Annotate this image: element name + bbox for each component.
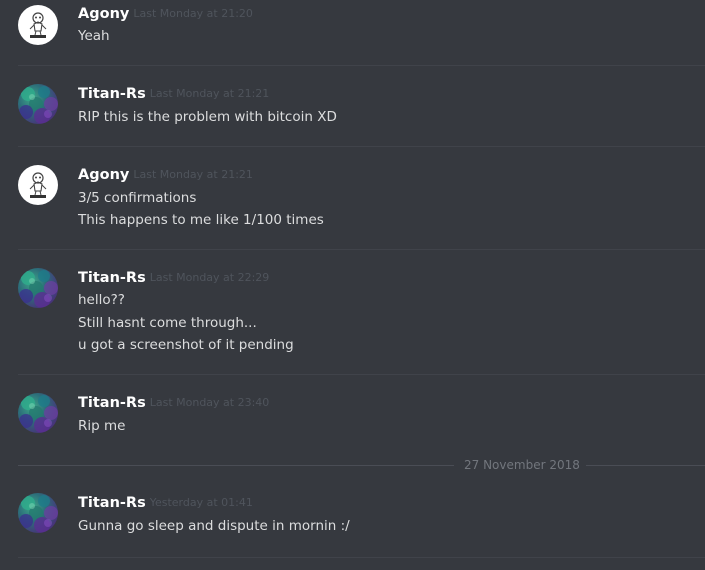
message-divider: [18, 374, 705, 375]
timestamp: Last Monday at 22:29: [149, 271, 270, 284]
message-divider: [18, 557, 705, 558]
timestamp: Last Monday at 21:21: [149, 87, 270, 100]
message-header: Titan-Rs Last Monday at 22:29: [78, 269, 269, 287]
message-header: Titan-Rs Yesterday at 01:41: [78, 494, 253, 512]
username[interactable]: Agony: [78, 167, 129, 183]
agony-avatar-icon[interactable]: [18, 165, 58, 205]
date-divider-line: [18, 465, 454, 466]
date-divider-label: 27 November 2018: [464, 458, 580, 472]
titan-avatar-icon[interactable]: [18, 268, 58, 308]
message-text: hello??: [78, 292, 125, 308]
username[interactable]: Agony: [78, 6, 129, 22]
message-text: RIP this is the problem with bitcoin XD: [78, 109, 337, 125]
agony-avatar-icon[interactable]: [18, 5, 58, 45]
message-text: Rip me: [78, 418, 126, 434]
timestamp: Last Monday at 21:20: [133, 7, 253, 20]
titan-avatar-icon[interactable]: [18, 393, 58, 433]
message-text: Still hasnt come through...: [78, 315, 257, 331]
username[interactable]: Titan-Rs: [78, 395, 146, 411]
chat-messages: Agony Last Monday at 21:20 Yeah Titan-Rs L…: [0, 0, 705, 570]
message-header: Agony Last Monday at 21:21: [78, 166, 253, 184]
message-text: u got a screenshot of it pending: [78, 337, 294, 353]
titan-avatar-icon[interactable]: [18, 84, 58, 124]
timestamp: Last Monday at 23:40: [149, 396, 270, 409]
message-divider: [18, 249, 705, 250]
message-text: Gunna go sleep and dispute in mornin :/: [78, 518, 350, 534]
message-text: 3/5 confirmations: [78, 190, 197, 206]
message-text: Yeah: [78, 28, 110, 44]
username[interactable]: Titan-Rs: [78, 86, 146, 102]
username[interactable]: Titan-Rs: [78, 495, 146, 511]
message-header: Titan-Rs Last Monday at 21:21: [78, 85, 269, 103]
message-header: Titan-Rs Last Monday at 23:40: [78, 394, 269, 412]
message-header: Agony Last Monday at 21:20: [78, 5, 253, 23]
titan-avatar-icon[interactable]: [18, 493, 58, 533]
message-text: This happens to me like 1/100 times: [78, 212, 324, 228]
message-divider: [18, 146, 705, 147]
message-divider: [18, 65, 705, 66]
date-divider-line: [586, 465, 705, 466]
timestamp: Yesterday at 01:41: [149, 496, 253, 509]
timestamp: Last Monday at 21:21: [133, 168, 253, 181]
username[interactable]: Titan-Rs: [78, 270, 146, 286]
